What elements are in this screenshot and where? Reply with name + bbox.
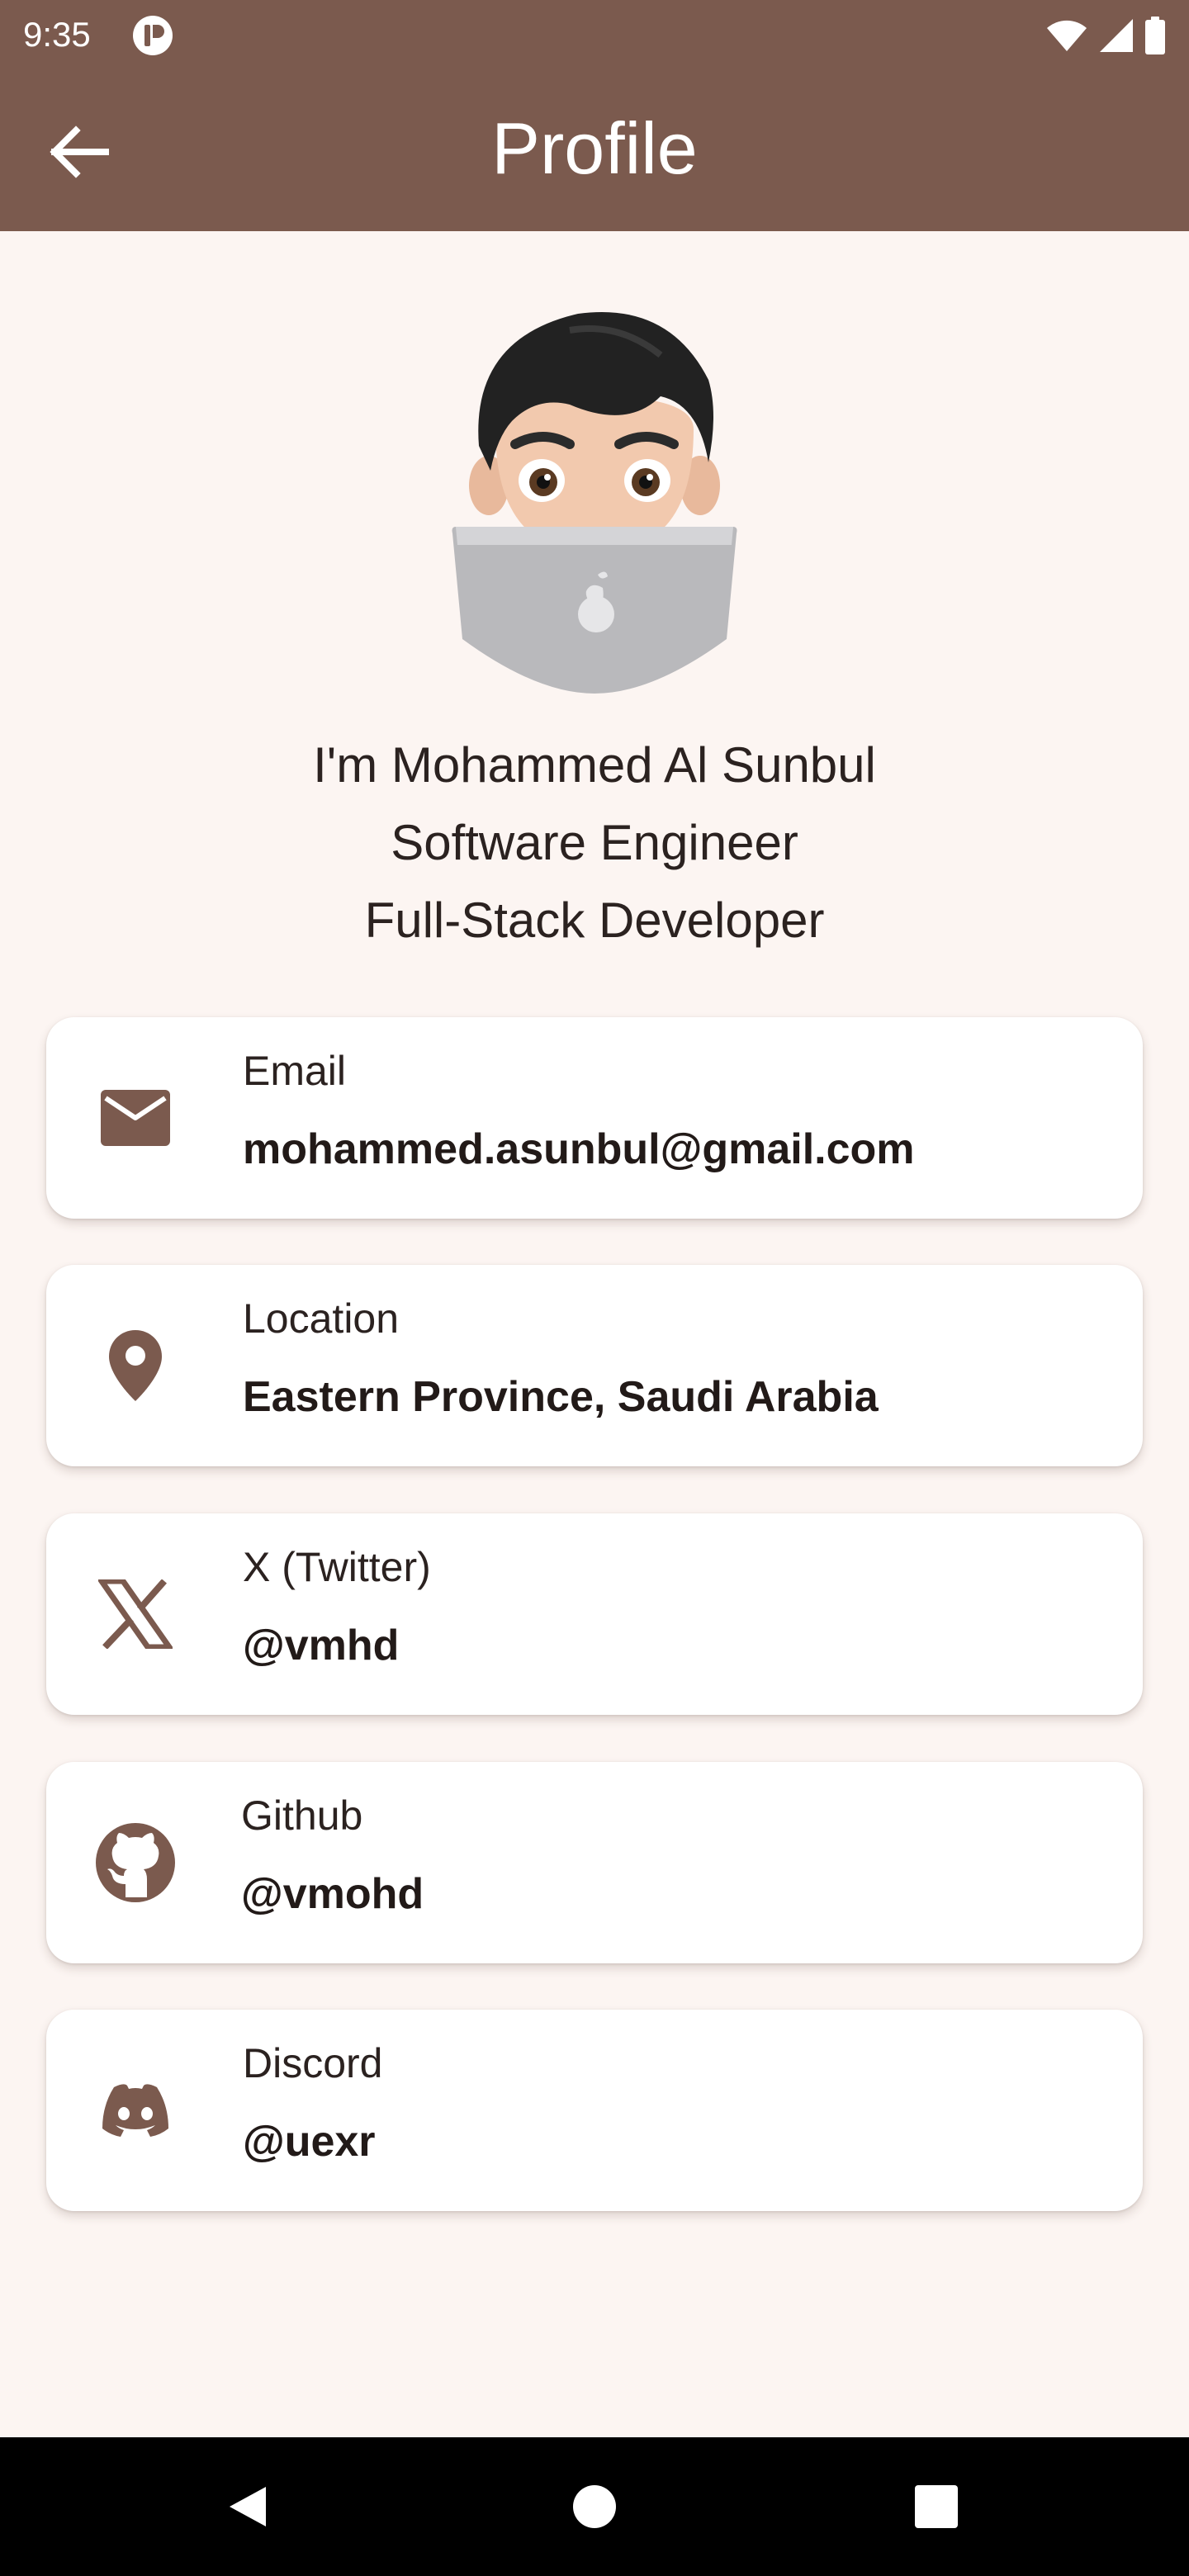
page-title: Profile: [491, 107, 698, 189]
signal-icon: [1098, 17, 1135, 54]
system-nav-bar: [0, 2437, 1189, 2576]
x-logo-icon: [94, 1573, 177, 1655]
app-bar: 9:35 Profile: [0, 0, 1189, 231]
profile-role: Full-Stack Developer: [364, 893, 825, 948]
github-card[interactable]: Github @vmohd: [46, 1762, 1143, 1963]
location-card[interactable]: Location Eastern Province, Saudi Arabia: [46, 1265, 1143, 1466]
discord-value: @uexr: [243, 2118, 376, 2166]
email-value: mohammed.asunbul@gmail.com: [243, 1125, 915, 1173]
profile-title: Software Engineer: [391, 815, 798, 870]
wifi-icon: [1045, 18, 1088, 53]
nav-recents-button[interactable]: [895, 2465, 978, 2548]
github-icon: [94, 1821, 177, 1904]
location-value: Eastern Province, Saudi Arabia: [243, 1373, 879, 1421]
notification-app-icon: [132, 15, 173, 56]
discord-label: Discord: [243, 2040, 383, 2086]
status-time: 9:35: [23, 15, 91, 54]
twitter-card[interactable]: X (Twitter) @vmhd: [46, 1513, 1143, 1715]
profile-name: I'm Mohammed Al Sunbul: [313, 737, 876, 793]
email-label: Email: [243, 1048, 347, 1094]
github-label: Github: [241, 1792, 363, 1839]
profile-intro: I'm Mohammed Al Sunbul Software Engineer…: [0, 727, 1189, 959]
nav-back-button[interactable]: [206, 2465, 289, 2548]
email-icon: [94, 1077, 177, 1159]
twitter-value: @vmhd: [243, 1622, 400, 1669]
location-label: Location: [243, 1295, 400, 1342]
nav-home-button[interactable]: [553, 2465, 636, 2548]
email-card[interactable]: Email mohammed.asunbul@gmail.com: [46, 1017, 1143, 1219]
status-bar: 9:35: [0, 0, 1189, 69]
battery-icon: [1144, 17, 1166, 54]
discord-card[interactable]: Discord @uexr: [46, 2010, 1143, 2211]
github-value: @vmohd: [241, 1870, 424, 1918]
avatar: [446, 305, 743, 702]
discord-icon: [94, 2069, 177, 2152]
triangle-back-icon: [230, 2487, 266, 2526]
status-icons: [1045, 15, 1166, 56]
location-pin-icon: [94, 1324, 177, 1407]
twitter-label: X (Twitter): [243, 1544, 431, 1590]
square-recents-icon: [915, 2485, 958, 2528]
circle-home-icon: [573, 2485, 616, 2528]
